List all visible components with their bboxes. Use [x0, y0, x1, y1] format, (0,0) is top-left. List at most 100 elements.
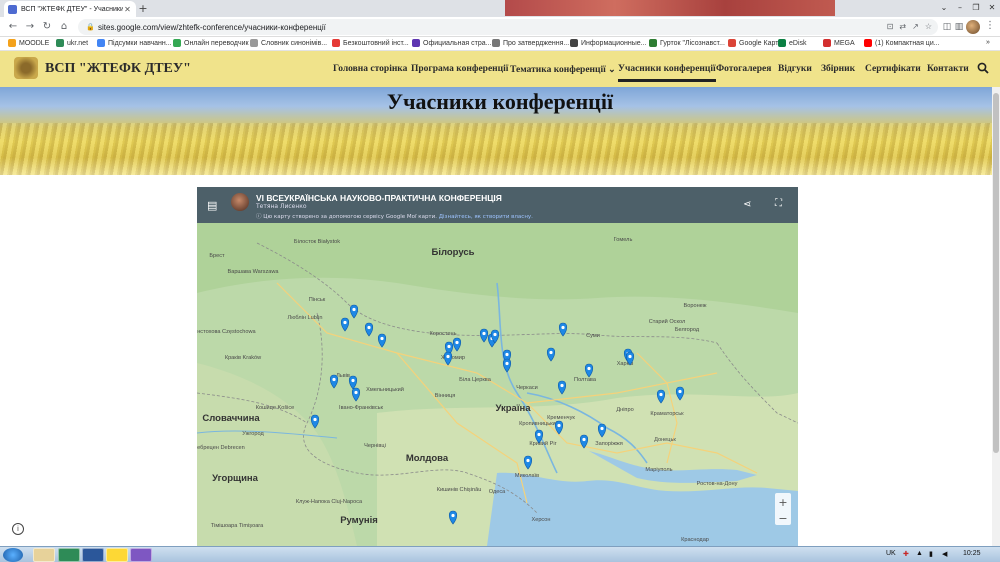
share-icon[interactable]: ↗ — [912, 22, 919, 31]
bookmark-item[interactable]: Информационные... — [570, 39, 646, 47]
nav-topics[interactable]: Тематика конференції ⌄ — [510, 64, 616, 75]
map-place-label: Люблін Lublin — [288, 315, 323, 321]
map-place-label: Коростень — [429, 331, 456, 337]
forward-icon[interactable]: → — [23, 20, 37, 34]
bookmark-label: ukr.net — [67, 39, 89, 47]
fullscreen-icon[interactable]: ⛶ — [775, 198, 782, 209]
zoom-out-icon[interactable]: − — [778, 512, 787, 525]
map-place-label: Львів — [336, 373, 350, 379]
url-text: sites.google.com/view/zhtefk-conference/… — [98, 22, 326, 32]
reload-icon[interactable]: ↻ — [40, 20, 54, 34]
close-window-icon[interactable]: ✕ — [984, 0, 1000, 16]
minimize-icon[interactable]: – — [952, 0, 968, 16]
maximize-icon[interactable]: ❐ — [968, 0, 984, 16]
antivirus-tray-icon[interactable]: ✚ — [903, 550, 909, 558]
bookmark-item[interactable]: Гурток "Лісознавст... — [649, 39, 725, 47]
volume-icon[interactable]: ◀ — [942, 550, 947, 558]
explorer-taskbar-icon[interactable] — [33, 548, 55, 562]
nav-reviews[interactable]: Відгуки — [778, 64, 812, 74]
bookmark-item[interactable]: Онлайн переводчик — [173, 39, 249, 47]
bookmark-favicon-icon — [823, 39, 831, 47]
share-map-icon[interactable]: ⋖ — [743, 199, 751, 210]
chrome-taskbar-icon[interactable] — [106, 548, 128, 562]
site-logo[interactable] — [14, 57, 38, 79]
site-title[interactable]: ВСП "ЖТЕФК ДТЕУ" — [45, 61, 191, 77]
new-tab-button[interactable]: + — [136, 2, 150, 16]
pin-dot — [367, 325, 371, 330]
tab-title: ВСП "ЖТЕФК ДТЕУ" - Учасники к — [21, 5, 123, 13]
nav-certificates[interactable]: Сертифікати — [865, 64, 921, 74]
chrome-menu-icon[interactable]: ⋮ — [984, 20, 996, 31]
map-place-label: Херсон — [531, 517, 550, 523]
bookmark-favicon-icon — [332, 39, 340, 47]
map-header: ▤ VI ВСЕУКРАЇНСЬКА НАУКОВО-ПРАКТИЧНА КОН… — [197, 187, 798, 223]
side-panel-icon[interactable]: ▥ — [952, 20, 966, 34]
pin-dot — [557, 423, 561, 428]
nav-gallery[interactable]: Фотогалерея — [716, 64, 771, 74]
bookmark-item[interactable]: Google Карты — [728, 39, 783, 47]
browser-tab[interactable]: ВСП "ЖТЕФК ДТЕУ" - Учасники к ✕ — [4, 1, 136, 17]
map-place-label: Одеса — [489, 489, 506, 495]
bookmark-item[interactable]: Підсумки навчанн... — [97, 39, 172, 47]
bookmark-item[interactable]: MOODLE — [8, 39, 49, 47]
zoom-in-icon[interactable]: + — [778, 496, 787, 509]
map-info-link[interactable]: Дізнайтесь, як створити власну. — [439, 214, 533, 220]
bookmark-item[interactable]: Про затвердження... — [492, 39, 569, 47]
excel-taskbar-icon[interactable] — [58, 548, 80, 562]
embedded-google-map[interactable]: ▤ VI ВСЕУКРАЇНСЬКА НАУКОВО-ПРАКТИЧНА КОН… — [197, 187, 798, 546]
pin-dot — [493, 332, 497, 337]
address-bar-row: ← → ↻ ⌂ 🔒 sites.google.com/view/zhtefk-c… — [0, 17, 1000, 37]
bookmark-item[interactable]: (1) Компактная ци... — [864, 39, 940, 47]
nav-home[interactable]: Головна сторінка — [333, 64, 407, 74]
map-legend-toggle-icon[interactable]: ▤ — [207, 199, 217, 212]
language-indicator[interactable]: UK — [886, 550, 896, 557]
bookmark-item[interactable]: eDisk — [778, 39, 807, 47]
google-lens-icon[interactable]: ⊡ — [887, 22, 894, 31]
network-icon[interactable]: ▮ — [929, 550, 933, 558]
nav-collection[interactable]: Збірник — [821, 64, 855, 74]
map-place-label: Черкаси — [516, 385, 538, 391]
tray-expand-icon[interactable]: ▲ — [916, 550, 923, 557]
bookmark-star-icon[interactable]: ☆ — [925, 22, 932, 31]
viber-taskbar-icon[interactable] — [130, 548, 152, 562]
bookmark-item[interactable]: Безкоштовний інст... — [332, 39, 409, 47]
back-icon[interactable]: ← — [6, 20, 20, 34]
profile-avatar[interactable] — [966, 20, 980, 34]
bookmark-label: MEGA — [834, 39, 855, 47]
pin-dot — [561, 325, 565, 330]
bookmark-item[interactable]: ukr.net — [56, 39, 88, 47]
tab-search-icon[interactable]: ⌄ — [936, 0, 952, 16]
map-place-label: Гомель — [614, 237, 633, 243]
bookmark-item[interactable]: Официальная стра... — [412, 39, 491, 47]
scrollbar-thumb[interactable] — [993, 93, 999, 453]
start-button[interactable] — [3, 548, 23, 562]
search-icon[interactable] — [977, 62, 989, 74]
translate-icon[interactable]: ⇄ — [899, 22, 906, 31]
site-info-icon[interactable]: i — [12, 523, 24, 535]
url-field[interactable]: 🔒 sites.google.com/view/zhtefk-conferenc… — [78, 19, 938, 35]
map-place-label: Суми — [586, 333, 600, 339]
bookmark-favicon-icon — [173, 39, 181, 47]
nav-contacts[interactable]: Контакти — [927, 64, 969, 74]
more-bookmarks-icon[interactable]: » — [986, 39, 990, 46]
nav-participants[interactable]: Учасники конференції — [618, 64, 716, 82]
map-place-label: Біла Церква — [459, 377, 492, 383]
map-canvas[interactable]: Білорусь Україна Молдова Словаччина Угорщина… — [197, 223, 798, 546]
nav-program[interactable]: Програма конференції — [411, 64, 508, 74]
word-taskbar-icon[interactable] — [82, 548, 104, 562]
home-icon[interactable]: ⌂ — [57, 20, 71, 34]
pin-dot — [482, 331, 486, 336]
pin-dot — [537, 432, 541, 437]
map-place-label: Білорусь — [431, 247, 474, 258]
map-place-label: Белгород — [675, 327, 700, 333]
bookmark-item[interactable]: Словник синонімів... — [250, 39, 327, 47]
page-scrollbar[interactable] — [992, 87, 1000, 546]
close-tab-icon[interactable]: ✕ — [123, 5, 132, 14]
bookmark-favicon-icon — [97, 39, 105, 47]
pin-dot — [447, 344, 451, 349]
map-place-label: Кропивницький — [519, 420, 559, 427]
bookmark-item[interactable]: MEGA — [823, 39, 855, 47]
pin-dot — [380, 336, 384, 341]
pin-dot — [313, 417, 317, 422]
clock[interactable]: 10:25 — [963, 550, 981, 557]
